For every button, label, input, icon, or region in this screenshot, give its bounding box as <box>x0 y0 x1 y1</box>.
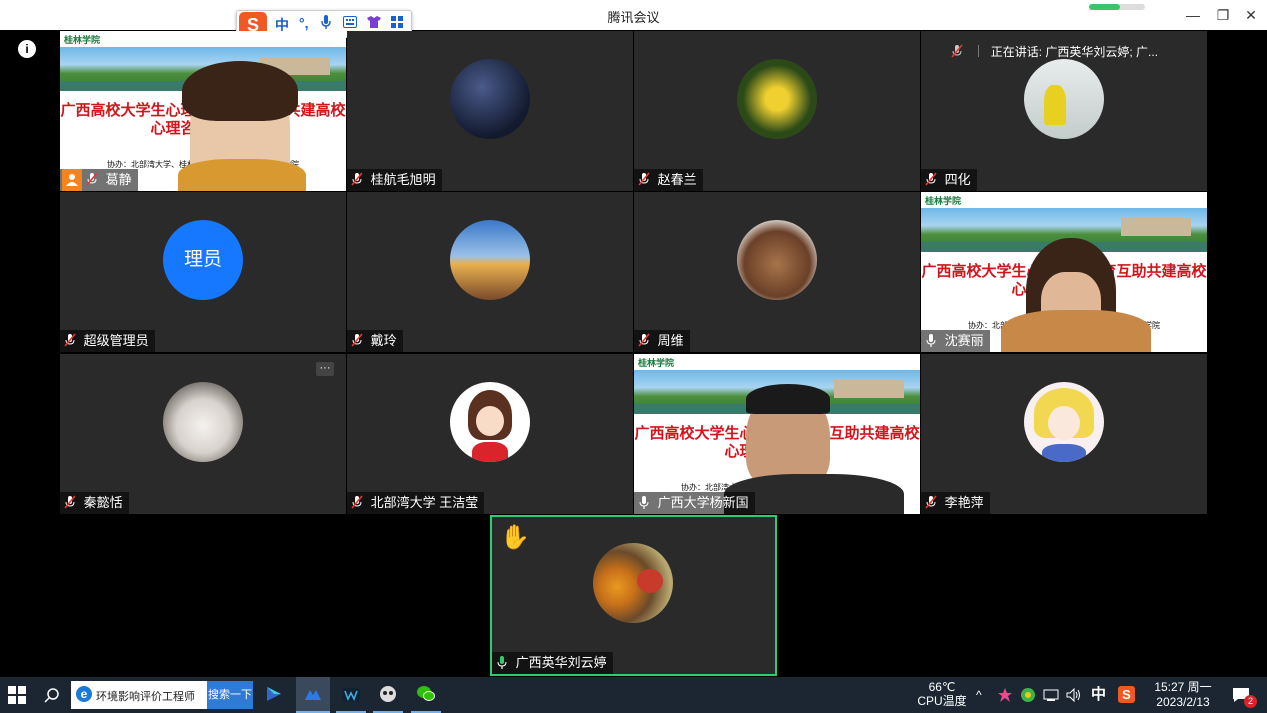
mic-muted-icon <box>951 43 963 58</box>
mic-muted-icon <box>925 171 937 186</box>
mic-muted-icon <box>351 332 363 347</box>
title-bar: 腾讯会议 — ❐ ✕ <box>0 0 1267 30</box>
search-button[interactable]: 搜索一下 <box>207 681 253 709</box>
participant-name: 李艳萍 <box>921 492 990 514</box>
participant-name: 葛静 <box>60 169 138 191</box>
taskbar: e 环境影响评价工程师 搜索一下 66℃ CPU温度 ^ 中 S 15:27 周… <box>0 677 1267 713</box>
notification-center-icon[interactable]: 2 <box>1232 677 1258 713</box>
avatar <box>450 382 530 462</box>
avatar <box>1024 59 1104 139</box>
avatar <box>450 220 530 300</box>
volume-icon[interactable] <box>1066 677 1084 713</box>
video-tile-liuyunting[interactable]: ✋ 广西英华刘云婷 <box>490 515 777 676</box>
participant-name: 广西英华刘云婷 <box>492 652 613 674</box>
mic-muted-icon <box>64 332 76 347</box>
close-button[interactable]: ✕ <box>1241 5 1261 25</box>
mic-muted-icon <box>86 171 98 186</box>
participant-name: 赵春兰 <box>634 169 703 191</box>
meeting-info-icon[interactable]: i <box>18 40 36 58</box>
text-avatar: 理员 <box>163 220 243 300</box>
participant-name: 戴玲 <box>347 330 403 352</box>
media-player-icon[interactable] <box>265 677 287 713</box>
host-icon <box>62 169 82 191</box>
tray-expand-icon[interactable]: ^ <box>976 677 990 713</box>
avatar <box>737 59 817 139</box>
mic-on-icon <box>496 654 508 669</box>
video-tile-yangxinguo[interactable]: 桂林学院 广西高校大学生心理健康教育互助共建高校 心理咨询与督导 协办：北部湾大… <box>634 354 920 514</box>
restore-button[interactable]: ❐ <box>1213 5 1233 25</box>
input-language-indicator[interactable]: 中 <box>1091 677 1109 713</box>
mic-muted-icon <box>638 171 650 186</box>
video-tile-wangjieying[interactable]: 北部湾大学 王洁莹 <box>347 354 633 514</box>
ie-icon: e <box>76 686 92 702</box>
mic-muted-icon <box>351 494 363 509</box>
network-signal-indicator <box>1089 4 1145 10</box>
notification-badge: 2 <box>1244 695 1257 708</box>
mic-muted-icon <box>351 171 363 186</box>
ime-toolbox-icon[interactable] <box>391 15 403 31</box>
cpu-temperature[interactable]: 66℃ CPU温度 <box>912 677 972 713</box>
ime-punct-toggle[interactable]: °, <box>299 15 309 31</box>
participant-name: 桂航毛旭明 <box>347 169 442 191</box>
participant-name: 沈赛丽 <box>921 330 990 352</box>
video-tile-liyanping[interactable]: 李艳萍 <box>921 354 1207 514</box>
wechat-icon[interactable] <box>411 677 441 713</box>
ime-voice-icon[interactable] <box>321 15 331 32</box>
windows-start-icon[interactable] <box>8 677 30 713</box>
tray-app-icon-2[interactable] <box>1020 677 1038 713</box>
more-options-button[interactable]: ··· <box>316 362 334 376</box>
video-tile-sihua[interactable]: 正在讲话: 广西英华刘云婷; 广... 四化 <box>921 31 1207 191</box>
raise-hand-icon: ✋ <box>500 524 530 551</box>
clock[interactable]: 15:27 周一 2023/2/13 <box>1148 677 1218 713</box>
video-tile-dailing[interactable]: 戴玲 <box>347 192 633 352</box>
ime-skin-icon[interactable] <box>367 15 381 31</box>
avatar <box>1024 382 1104 462</box>
network-icon[interactable] <box>1043 677 1061 713</box>
avatar <box>593 543 673 623</box>
video-tile-zhaochunlan[interactable]: 赵春兰 <box>634 31 920 191</box>
avatar <box>450 59 530 139</box>
mic-muted-icon <box>64 494 76 509</box>
ime-keyboard-icon[interactable] <box>343 15 357 31</box>
video-tile-shensaili[interactable]: 桂林学院 广西高校大学生心理健康教育互助共建高校 心理咨询与督导 协办：北部湾大… <box>921 192 1207 352</box>
sogou-tray-icon[interactable]: S <box>1118 677 1138 713</box>
mic-on-icon <box>638 494 650 509</box>
participant-name: 周维 <box>634 330 690 352</box>
slide-logo: 桂林学院 <box>64 35 101 45</box>
avatar <box>163 382 243 462</box>
mic-muted-icon <box>925 494 937 509</box>
video-tile-zhouwei[interactable]: 周维 <box>634 192 920 352</box>
taskbar-search-input[interactable]: e 环境影响评价工程师 <box>71 681 207 709</box>
minimize-button[interactable]: — <box>1183 5 1203 25</box>
search-icon[interactable] <box>44 677 64 713</box>
tencent-meeting-taskbar-icon[interactable] <box>296 677 330 713</box>
window-title: 腾讯会议 <box>607 10 660 25</box>
video-tile-guihang[interactable]: 桂航毛旭明 <box>347 31 633 191</box>
app-taskbar-icon-2[interactable] <box>336 677 366 713</box>
mic-on-icon <box>925 332 937 347</box>
video-tile-gejing[interactable]: 桂林学院 广西高校大学生心理健康教育互助共建高校 心理咨询与督导 协办：北部湾大… <box>60 31 346 191</box>
mic-muted-icon <box>638 332 650 347</box>
participant-name: 超级管理员 <box>60 330 155 352</box>
avatar <box>737 220 817 300</box>
tray-app-icon-1[interactable] <box>997 677 1015 713</box>
video-tile-admin[interactable]: 理员 超级管理员 <box>60 192 346 352</box>
participant-name: 广西大学杨新国 <box>634 492 755 514</box>
participant-name: 秦懿恬 <box>60 492 129 514</box>
participant-name: 四化 <box>921 169 977 191</box>
video-tile-qinyitian[interactable]: ··· 秦懿恬 <box>60 354 346 514</box>
participant-name: 北部湾大学 王洁莹 <box>347 492 485 514</box>
app-taskbar-icon-3[interactable] <box>373 677 403 713</box>
